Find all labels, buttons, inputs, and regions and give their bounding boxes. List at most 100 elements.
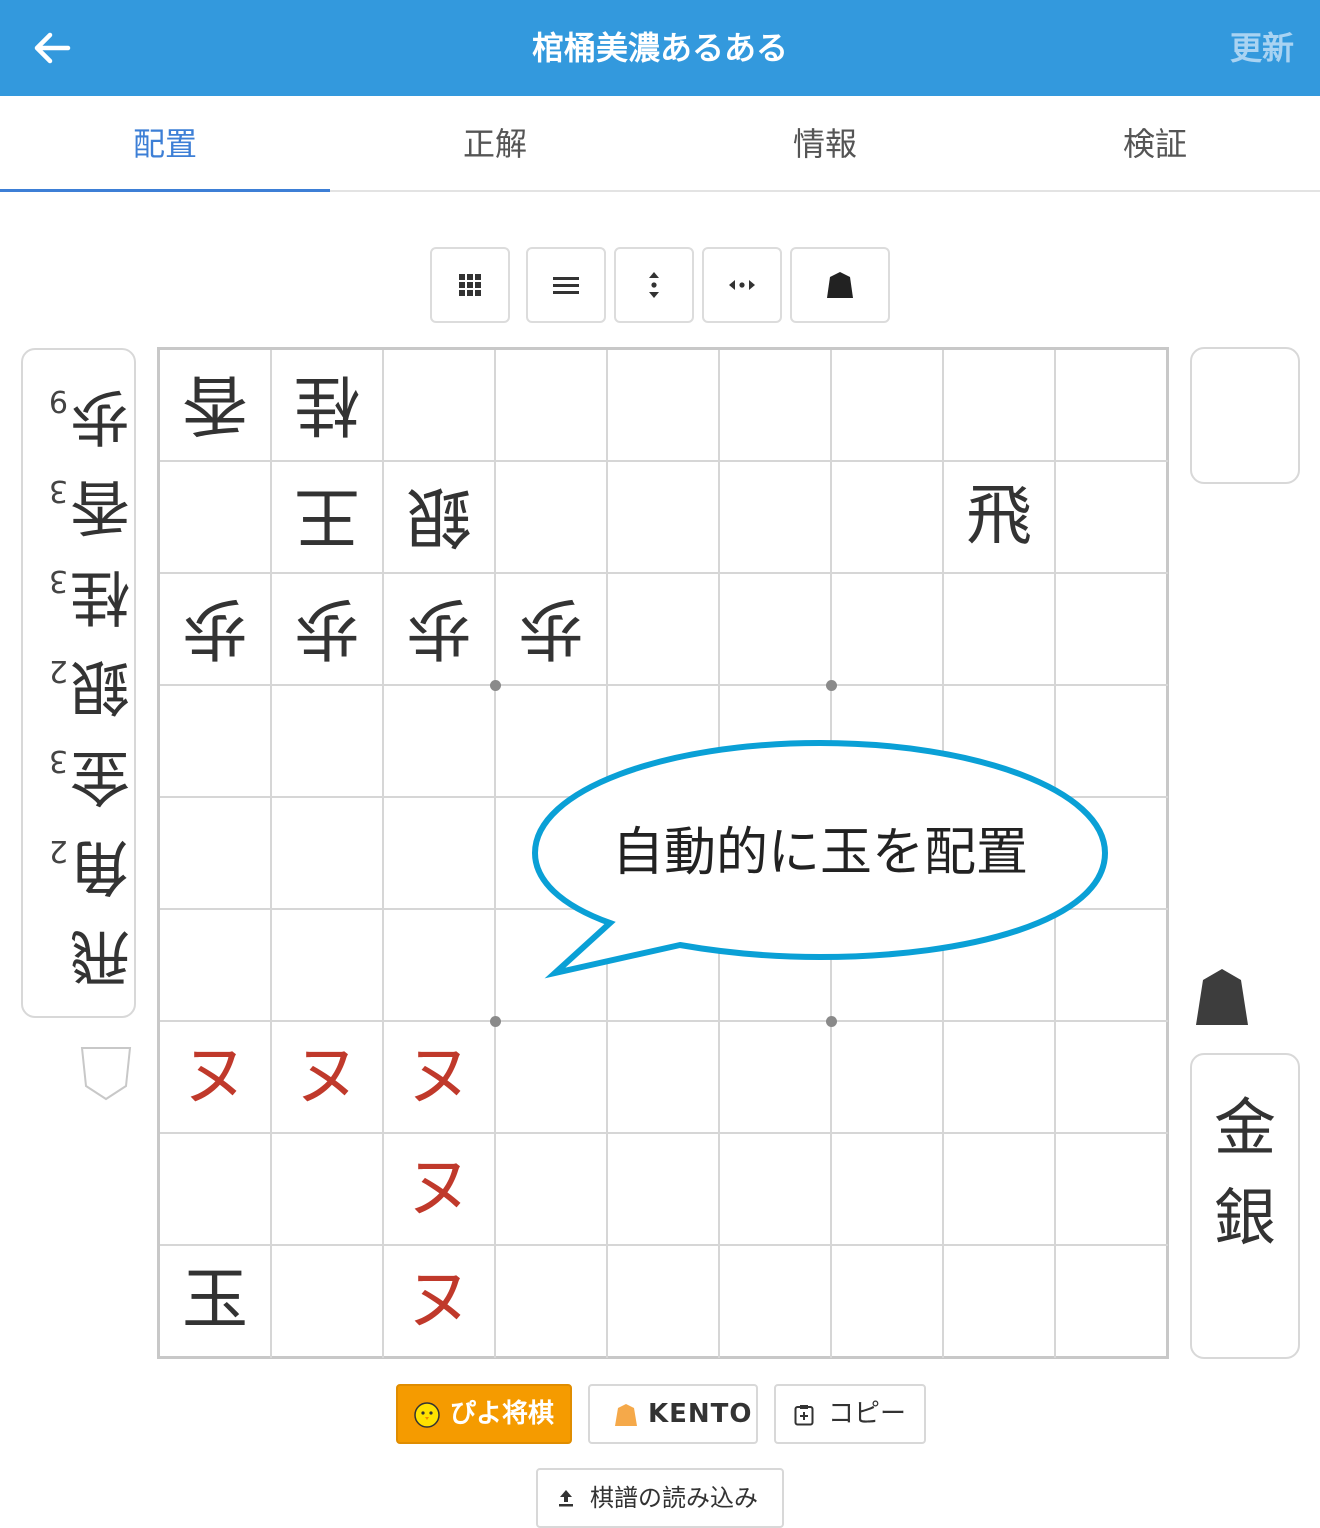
piyo-label: ぴよ将棋: [450, 1399, 555, 1429]
board-square[interactable]: [832, 350, 944, 462]
board-square[interactable]: [1056, 350, 1168, 462]
board-square[interactable]: ヌ: [384, 1022, 496, 1134]
flip-horizontal-button[interactable]: [702, 247, 782, 323]
board-square[interactable]: [272, 1134, 384, 1246]
board-square[interactable]: [832, 462, 944, 574]
board-square[interactable]: [832, 1022, 944, 1134]
tab-placement[interactable]: 配置: [0, 96, 330, 192]
board-square[interactable]: [720, 574, 832, 686]
kento-button[interactable]: KENTO: [588, 1384, 758, 1444]
board-square[interactable]: [608, 574, 720, 686]
piece-button[interactable]: [790, 247, 890, 323]
board-square[interactable]: [272, 686, 384, 798]
piyo-shogi-button[interactable]: ぴよ将棋: [396, 1384, 572, 1444]
board-square[interactable]: 王: [272, 462, 384, 574]
board-square[interactable]: [384, 910, 496, 1022]
board-square[interactable]: [272, 1246, 384, 1358]
board-square[interactable]: 歩: [384, 574, 496, 686]
board-square[interactable]: [160, 798, 272, 910]
board-square[interactable]: [944, 574, 1056, 686]
board-square[interactable]: [944, 1022, 1056, 1134]
board-square[interactable]: [496, 350, 608, 462]
tab-verify[interactable]: 検証: [990, 96, 1320, 190]
board-square[interactable]: 香: [160, 350, 272, 462]
board-square[interactable]: [160, 910, 272, 1022]
flip-vertical-button[interactable]: [614, 247, 694, 323]
update-button[interactable]: 更新: [1230, 0, 1294, 96]
board-square[interactable]: [496, 1022, 608, 1134]
sente-hand-piece[interactable]: 金: [1192, 1077, 1298, 1167]
board-square[interactable]: 歩: [496, 574, 608, 686]
gote-hand-piece[interactable]: 飛: [23, 910, 134, 1000]
board-square[interactable]: [1056, 1134, 1168, 1246]
copy-label: コピー: [828, 1399, 907, 1429]
board-square[interactable]: [160, 686, 272, 798]
gote-hand-piece[interactable]: 角 2: [23, 820, 134, 910]
board-square[interactable]: [720, 350, 832, 462]
board-square[interactable]: [496, 1246, 608, 1358]
grid-icon: [459, 274, 481, 296]
menu-button[interactable]: [526, 247, 606, 323]
board-square[interactable]: [720, 1246, 832, 1358]
board-square[interactable]: [272, 910, 384, 1022]
menu-icon: [553, 277, 579, 294]
sente-hand-piece[interactable]: 銀: [1192, 1167, 1298, 1257]
board-square[interactable]: [608, 1246, 720, 1358]
tab-bar: 配置 正解 情報 検証: [0, 96, 1320, 192]
board-square[interactable]: [944, 1246, 1056, 1358]
board-square[interactable]: [720, 1022, 832, 1134]
board-square[interactable]: ヌ: [384, 1246, 496, 1358]
board-square[interactable]: [1056, 462, 1168, 574]
page-title: 棺桶美濃あるある: [531, 29, 788, 67]
load-kifu-button[interactable]: 棋譜の読み込み: [536, 1468, 784, 1528]
copy-button[interactable]: コピー: [774, 1384, 926, 1444]
tab-answer[interactable]: 正解: [330, 96, 660, 190]
board-square[interactable]: [944, 1134, 1056, 1246]
board-square[interactable]: 歩: [160, 574, 272, 686]
board-square[interactable]: [1056, 1022, 1168, 1134]
board-square[interactable]: [720, 462, 832, 574]
gote-hand-piece[interactable]: 銀 2: [23, 640, 134, 730]
board-square[interactable]: [832, 1134, 944, 1246]
board-square[interactable]: [496, 462, 608, 574]
board-square[interactable]: 銀: [384, 462, 496, 574]
grid-button[interactable]: [430, 247, 510, 323]
gote-hand-piece-count: 9: [48, 383, 68, 418]
board-square[interactable]: ヌ: [384, 1134, 496, 1246]
board-square[interactable]: 飛: [944, 462, 1056, 574]
board-piece: ヌ: [406, 1149, 472, 1226]
gote-hand-piece[interactable]: 金 3: [23, 730, 134, 820]
board-square[interactable]: [944, 350, 1056, 462]
board-square[interactable]: [384, 350, 496, 462]
board-square[interactable]: [160, 462, 272, 574]
board-square[interactable]: [160, 1134, 272, 1246]
tab-info[interactable]: 情報: [660, 96, 990, 190]
sente-turn-piece-icon[interactable]: [1194, 968, 1250, 1026]
gote-hand-piece[interactable]: 桂 3: [23, 550, 134, 640]
board-square[interactable]: 玉: [160, 1246, 272, 1358]
gote-hand-piece[interactable]: 歩 9: [23, 370, 134, 460]
board-square[interactable]: [384, 798, 496, 910]
board-square[interactable]: [832, 574, 944, 686]
board-square[interactable]: 桂: [272, 350, 384, 462]
board-square[interactable]: [272, 798, 384, 910]
board-square[interactable]: [608, 1134, 720, 1246]
board-square[interactable]: [608, 462, 720, 574]
gote-hand-piece[interactable]: 香 3: [23, 460, 134, 550]
board-square[interactable]: [720, 1134, 832, 1246]
board-square[interactable]: ヌ: [272, 1022, 384, 1134]
board-piece: ヌ: [406, 1037, 472, 1114]
board-square[interactable]: [608, 1022, 720, 1134]
kento-label: KENTO: [648, 1399, 753, 1429]
board-square[interactable]: [608, 350, 720, 462]
board-square[interactable]: [1056, 574, 1168, 686]
sente-empty-slot[interactable]: [1190, 347, 1300, 484]
board-square[interactable]: [1056, 1246, 1168, 1358]
board-square[interactable]: 歩: [272, 574, 384, 686]
board-square[interactable]: ヌ: [160, 1022, 272, 1134]
board-square[interactable]: [384, 686, 496, 798]
gote-turn-piece-icon[interactable]: [80, 1046, 132, 1102]
board-square[interactable]: [832, 1246, 944, 1358]
back-arrow-icon[interactable]: [30, 26, 74, 70]
board-square[interactable]: [496, 1134, 608, 1246]
